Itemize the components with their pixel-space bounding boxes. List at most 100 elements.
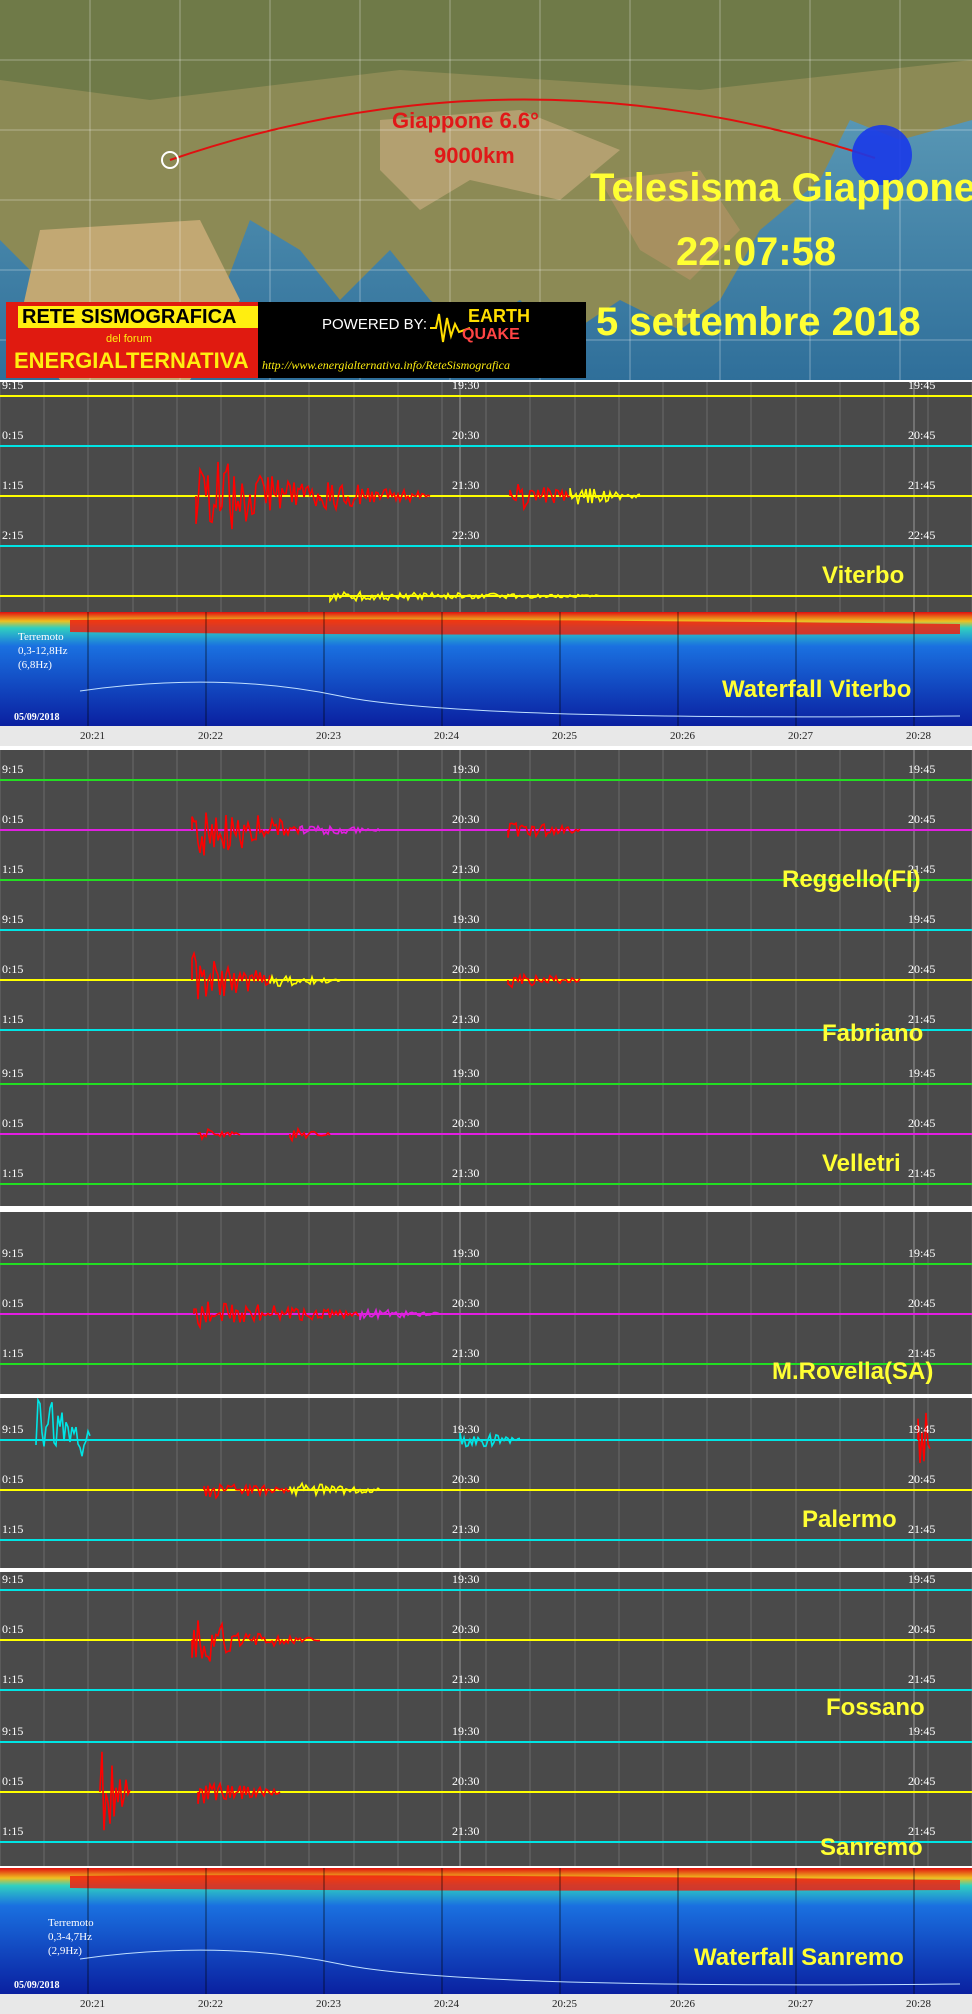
station-name-label: Fabriano (822, 1020, 924, 1047)
row-time-right: 20:45 (908, 1296, 936, 1310)
row-time-right: 19:45 (908, 1246, 936, 1260)
time-axis-tick: 20:23 (316, 730, 342, 742)
time-axis-tick: 20:27 (788, 730, 814, 742)
row-time-right: 19:45 (908, 1726, 936, 1738)
title-line3: 5 settembre 2018 (596, 300, 921, 344)
row-time-left: 0:15 (2, 1622, 24, 1636)
row-time-mid: 21:30 (452, 862, 480, 876)
station-panel-4: 9:15 19:30 19:45 0:15 20:30 20:45 1:15 21:30 21:… (0, 1210, 972, 1394)
row-time-right: 20:45 (908, 1622, 936, 1636)
row-time-right: 20:45 (908, 812, 936, 826)
row-time-mid: 21:30 (452, 478, 480, 492)
row-time-left: 9:15 (2, 1066, 24, 1080)
station-name-label: Sanremo (820, 1834, 923, 1861)
row-time-mid: 20:30 (452, 1774, 480, 1788)
station-panel-2: 9:15 19:30 19:45 0:15 20:30 20:45 1:15 21:30 21:… (0, 904, 972, 1056)
row-time-mid: 19:30 (452, 382, 480, 392)
row-time-right: 19:45 (908, 1572, 936, 1586)
row-time-mid: 20:30 (452, 428, 480, 442)
network-url-link[interactable]: http://www.energialternativa.info/ReteSi… (262, 358, 510, 373)
row-time-mid: 19:30 (452, 912, 480, 926)
row-time-right: 21:45 (908, 1522, 936, 1536)
row-time-left: 0:15 (2, 962, 24, 976)
row-time-left: 9:15 (2, 382, 24, 392)
station-panel-3: 9:15 19:30 19:45 0:15 20:30 20:45 1:15 21:30 21:… (0, 1056, 972, 1206)
row-time-right: 21:45 (908, 1166, 936, 1180)
row-time-left: 9:15 (2, 912, 24, 926)
row-time-mid: 19:30 (452, 1726, 480, 1738)
time-axis-tick: 20:22 (198, 1998, 224, 2010)
panel-separator (0, 1394, 972, 1398)
row-time-left: 0:15 (2, 1296, 24, 1310)
row-time-left: 9:15 (2, 1572, 24, 1586)
row-time-mid: 19:30 (452, 1066, 480, 1080)
row-time-left: 0:15 (2, 1472, 24, 1486)
station-name-label: Velletri (822, 1150, 901, 1177)
row-time-left: 0:15 (2, 1116, 24, 1130)
time-axis-tick: 20:25 (552, 1998, 578, 2010)
row-time-mid: 19:30 (452, 1246, 480, 1260)
row-time-left: 1:15 (2, 1166, 24, 1180)
row-time-mid: 19:30 (452, 1422, 480, 1436)
station-panel-5: 9:15 19:30 19:45 0:15 20:30 20:45 1:15 21:30 21:… (0, 1398, 972, 1568)
map-header: Giappone 6.6° 9000km Telesisma Giappone … (0, 0, 972, 380)
waterfall-note: (2,9Hz) (48, 1945, 82, 1957)
row-time-right: 19:45 (908, 762, 936, 776)
panel-separator (0, 1568, 972, 1572)
station-name-label: Viterbo (822, 562, 905, 589)
row-time-right: 19:45 (908, 382, 936, 392)
time-axis-tick: 20:21 (80, 730, 106, 742)
time-axis-tick: 20:22 (198, 730, 224, 742)
forum-label: del forum (106, 333, 152, 345)
row-time-right: 19:45 (908, 912, 936, 926)
network-title: RETE SISMOGRAFICA (22, 306, 237, 328)
row-time-left: 9:15 (2, 1422, 24, 1436)
seismogram-5 (0, 1398, 972, 1568)
station-panel-0: 9:15 19:30 19:45 0:15 20:30 20:45 1:15 21:30 21:… (0, 382, 972, 612)
row-time-mid: 20:30 (452, 1296, 480, 1310)
row-time-left: 1:15 (2, 862, 24, 876)
row-time-right: 21:45 (908, 478, 936, 492)
row-time-mid: 21:30 (452, 1166, 480, 1180)
panel-separator (0, 1208, 972, 1212)
network-banner: RETE SISMOGRAFICA del forum ENERGIALTERN… (6, 302, 586, 378)
row-time-mid: 21:30 (452, 1012, 480, 1026)
waterfall-date: 05/09/2018 (14, 1980, 60, 1991)
row-time-right: 20:45 (908, 1472, 936, 1486)
time-axis-tick: 20:27 (788, 1998, 814, 2010)
panel-grid (0, 1398, 972, 1568)
time-axis-tick: 20:28 (906, 730, 932, 742)
row-time-left: 2:15 (2, 528, 24, 542)
station-panel-6: 9:15 19:30 19:45 0:15 20:30 20:45 1:15 21:30 21:… (0, 1572, 972, 1726)
powered-by-label: POWERED BY: (322, 316, 428, 333)
partner-top: EARTH (468, 306, 530, 326)
row-time-mid: 20:30 (452, 1116, 480, 1130)
event-label: Giappone 6.6° (392, 108, 539, 133)
waterfall-note: 0,3-12,8Hz (18, 645, 68, 657)
row-time-left: 0:15 (2, 812, 24, 826)
row-time-mid: 21:30 (452, 1346, 480, 1360)
station-name-label: M.Rovella(SA) (772, 1358, 934, 1385)
time-axis-tick: 20:26 (670, 1998, 696, 2010)
waterfall-title: Waterfall Sanremo (694, 1944, 904, 1971)
row-time-mid: 20:30 (452, 962, 480, 976)
spectrogram (0, 1868, 972, 2014)
station-name-label: Reggello(FI) (782, 866, 921, 893)
waterfall-waterfall_viterbo: Terremoto 0,3-12,8Hz (6,8Hz) 05/09/2018 20:2… (0, 612, 972, 746)
row-time-right: 22:45 (908, 528, 936, 542)
row-time-right: 20:45 (908, 1116, 936, 1130)
station-name-label: Fossano (826, 1694, 925, 1721)
time-axis-tick: 20:26 (670, 730, 696, 742)
row-time-mid: 19:30 (452, 1572, 480, 1586)
distance-label: 9000km (434, 143, 515, 168)
row-time-right: 20:45 (908, 1774, 936, 1788)
row-time-left: 9:15 (2, 1726, 24, 1738)
row-time-left: 0:15 (2, 1774, 24, 1788)
time-axis-tick: 20:24 (434, 730, 460, 742)
row-time-mid: 19:30 (452, 762, 480, 776)
waterfall-waterfall_sanremo: Terremoto 0,3-4,7Hz (2,9Hz) 05/09/2018 20:21… (0, 1868, 972, 2014)
waterfall-date: 05/09/2018 (14, 712, 60, 723)
row-time-left: 9:15 (2, 1246, 24, 1260)
row-time-mid: 21:30 (452, 1522, 480, 1536)
row-time-mid: 21:30 (452, 1824, 480, 1838)
